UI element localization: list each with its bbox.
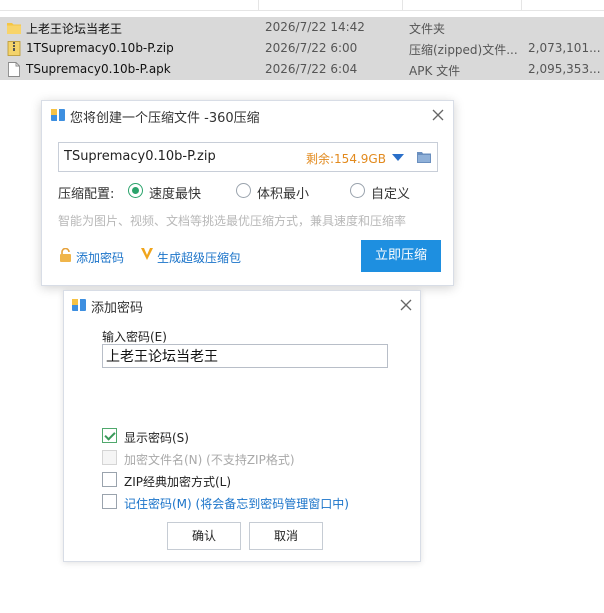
encrypt-filenames-label: 加密文件名(N) (不支持ZIP格式) (124, 453, 295, 467)
browse-folder-icon[interactable] (417, 151, 431, 163)
add-password-link[interactable]: 添加密码 (76, 249, 124, 266)
password-dialog-titlebar[interactable]: 添加密码 (64, 291, 420, 320)
output-path-field[interactable]: TSupremacy0.10b-P.zip 剩余:154.9GB (58, 142, 438, 172)
radio-smallest[interactable] (236, 183, 251, 198)
compress-dialog-titlebar[interactable]: 您将创建一个压缩文件 -360压缩 (42, 101, 453, 130)
option-fastest-label[interactable]: 速度最快 (149, 183, 201, 202)
compress-dialog: 您将创建一个压缩文件 -360压缩 TSupremacy0.10b-P.zip … (41, 100, 454, 286)
file-name: 1TSupremacy0.10b-P.zip (26, 41, 174, 55)
remember-password-label[interactable]: 记住密码(M) (将会备忘到密码管理窗口中) (124, 495, 349, 512)
compress-now-button[interactable]: 立即压缩 (361, 240, 441, 272)
remember-password-checkbox[interactable] (102, 494, 117, 509)
file-size: 2,073,101... (528, 41, 601, 55)
password-input[interactable] (102, 344, 388, 368)
password-input-label: 输入密码(E) (102, 330, 167, 344)
file-row-apk[interactable]: TSupremacy0.10b-P.apk 2026/7/22 6:04 APK… (0, 59, 604, 80)
document-icon (8, 62, 20, 77)
column-divider[interactable] (521, 0, 522, 10)
file-row-zip[interactable]: 1TSupremacy0.10b-P.zip 2026/7/22 6:00 压缩… (0, 38, 604, 59)
close-icon[interactable] (428, 105, 448, 125)
file-date: 2026/7/22 6:04 (265, 62, 358, 76)
show-password-checkbox[interactable] (102, 428, 117, 443)
file-date: 2026/7/22 6:00 (265, 41, 358, 55)
dialog-title: 您将创建一个压缩文件 -360压缩 (70, 111, 260, 126)
file-row-folder[interactable]: 上老王论坛当老王 2026/7/22 14:42 文件夹 (0, 17, 604, 38)
add-password-dialog: 添加密码 输入密码(E) 显示密码(S) 加密文件名(N) (不支持ZIP格式)… (63, 290, 421, 562)
zip-classic-encryption-label[interactable]: ZIP经典加密方式(L) (124, 473, 231, 490)
config-label: 压缩配置: (58, 187, 115, 202)
file-type: APK 文件 (409, 64, 461, 78)
file-date: 2026/7/22 14:42 (265, 20, 365, 34)
zip-file-icon (7, 41, 21, 56)
folder-icon (7, 23, 21, 34)
show-password-label[interactable]: 显示密码(S) (124, 429, 189, 446)
360-zip-logo-icon (51, 109, 65, 121)
super-v-icon (141, 248, 153, 260)
file-type: 文件夹 (409, 22, 446, 36)
compression-hint: 智能为图片、视频、文档等挑选最优压缩方式，兼具速度和压缩率 (58, 214, 407, 228)
file-name: TSupremacy0.10b-P.apk (26, 62, 171, 76)
zip-classic-encryption-checkbox[interactable] (102, 472, 117, 487)
super-package-link[interactable]: 生成超级压缩包 (157, 249, 241, 266)
dropdown-arrow-icon[interactable] (392, 154, 404, 161)
dialog-title: 添加密码 (91, 301, 144, 316)
option-custom-label[interactable]: 自定义 (371, 183, 410, 202)
column-divider[interactable] (258, 0, 259, 10)
file-list-header (0, 0, 604, 11)
cancel-button[interactable]: 取消 (249, 522, 323, 550)
file-type: 压缩(zipped)文件... (409, 43, 518, 57)
file-size: 2,095,353... (528, 62, 601, 76)
free-space-label: 剩余:154.9GB (306, 152, 386, 166)
column-divider[interactable] (402, 0, 403, 10)
radio-fastest[interactable] (128, 183, 143, 198)
file-name: 上老王论坛当老王 (26, 22, 123, 36)
confirm-button[interactable]: 确认 (167, 522, 241, 550)
360-zip-logo-icon (72, 299, 86, 311)
radio-custom[interactable] (350, 183, 365, 198)
option-smallest-label[interactable]: 体积最小 (257, 183, 309, 202)
output-filename[interactable]: TSupremacy0.10b-P.zip (64, 149, 216, 164)
lock-icon (60, 248, 71, 262)
close-icon[interactable] (396, 295, 416, 315)
encrypt-filenames-checkbox (102, 450, 117, 465)
